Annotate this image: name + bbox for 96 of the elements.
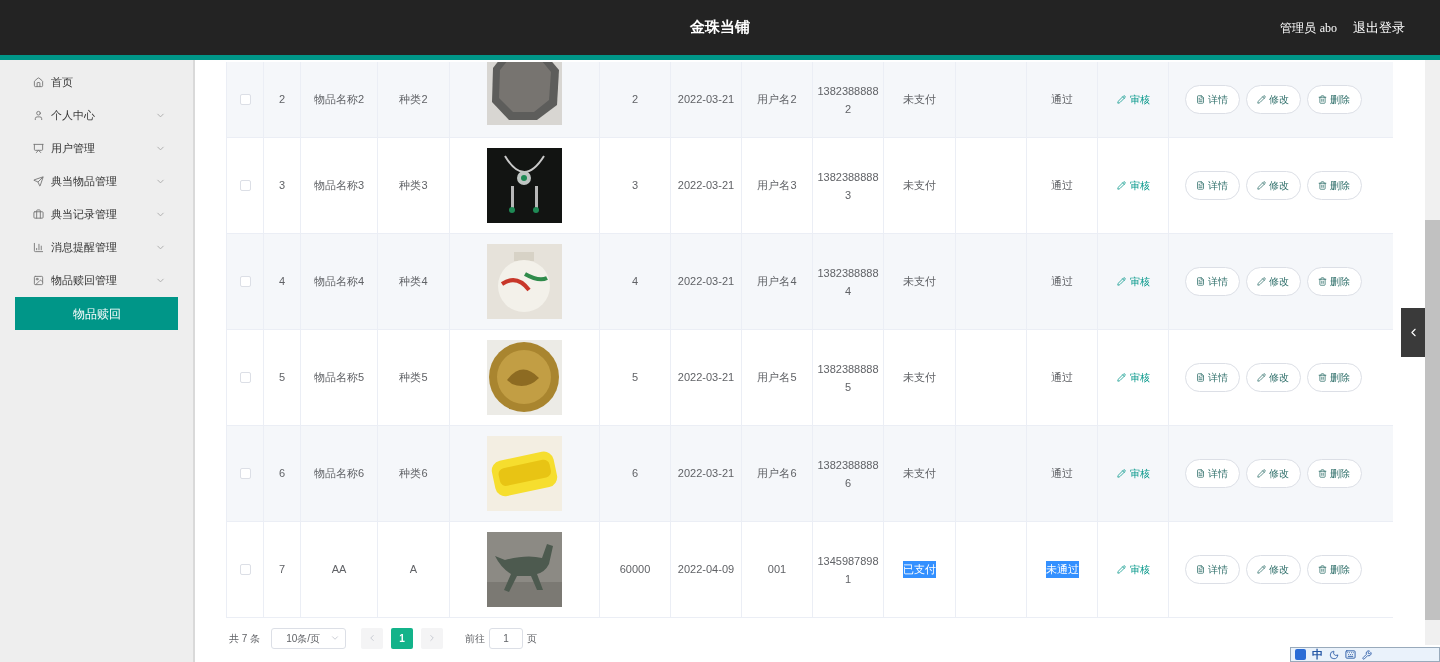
action-button[interactable]: 详情 <box>1184 267 1240 296</box>
sidebar-item[interactable]: 用户管理 <box>15 132 178 165</box>
action-button[interactable]: 详情 <box>1184 459 1240 488</box>
action-button[interactable]: 删除 <box>1306 85 1362 114</box>
table-cell-text: 未支付 <box>903 178 936 194</box>
table-cell-text: 6 <box>631 466 639 482</box>
table-cell-text: 13823888882 <box>816 83 880 117</box>
table-cell-text: 6 <box>278 466 286 482</box>
table-cell-text: 物品名称5 <box>313 370 365 386</box>
table-cell-text: 3 <box>631 178 639 194</box>
table-cell-text: 2 <box>631 92 639 108</box>
table-cell-text: 7 <box>278 562 286 578</box>
table-cell-text: 用户名6 <box>757 466 797 482</box>
table-cell-text: 物品名称3 <box>313 178 365 194</box>
app-title: 金珠当铺 <box>690 17 750 38</box>
table-cell-text: 种类6 <box>399 466 428 482</box>
audit-link[interactable]: 审核 <box>1116 274 1150 289</box>
table-cell-text: 用户名2 <box>757 92 797 108</box>
table-cell-text: 物品名称4 <box>313 274 365 290</box>
table-cell-text: 13459878981 <box>816 553 880 587</box>
audit-link[interactable]: 审核 <box>1116 178 1150 193</box>
action-button[interactable]: 详情 <box>1184 85 1240 114</box>
total-count: 共 7 条 <box>229 631 261 646</box>
table-cell-text: 60000 <box>619 562 651 578</box>
action-button[interactable]: 删除 <box>1306 267 1362 296</box>
table-cell-text: 物品名称6 <box>313 466 365 482</box>
table-cell-text: 未支付 <box>903 370 936 386</box>
table-cell-text: 种类5 <box>399 370 428 386</box>
table-cell-text: A <box>409 562 418 578</box>
table-cell-text: 通过 <box>1051 92 1073 108</box>
logout-link[interactable]: 退出登录 <box>1353 17 1405 38</box>
table-cell-text: 种类3 <box>399 178 428 194</box>
action-button[interactable]: 详情 <box>1184 363 1240 392</box>
action-button[interactable]: 详情 <box>1184 171 1240 200</box>
table-cell-text: 001 <box>767 562 787 578</box>
audit-link[interactable]: 审核 <box>1116 92 1150 107</box>
action-button[interactable]: 删除 <box>1306 363 1362 392</box>
audit-link[interactable]: 审核 <box>1116 562 1150 577</box>
table-cell-text: 物品名称2 <box>313 92 365 108</box>
action-button[interactable]: 删除 <box>1306 171 1362 200</box>
action-button[interactable]: 修改 <box>1245 85 1301 114</box>
goto-page-field[interactable]: 1 <box>489 627 524 649</box>
table-cell-text: 5 <box>278 370 286 386</box>
action-button[interactable]: 删除 <box>1306 459 1362 488</box>
table-cell-text: AA <box>331 562 347 578</box>
table-cell-text: 用户名4 <box>757 274 797 290</box>
sidebar-item[interactable]: 消息提醒管理 <box>15 231 178 264</box>
table-cell-text: 2022-04-09 <box>677 562 735 578</box>
audit-link[interactable]: 审核 <box>1116 370 1150 385</box>
ime-mode: 中 <box>1312 647 1323 662</box>
table-cell-text: 种类4 <box>399 274 428 290</box>
table-cell-text: 2022-03-21 <box>677 274 735 290</box>
table-cell-text: 种类2 <box>399 92 428 108</box>
table-cell-text: 2022-03-21 <box>677 92 735 108</box>
table-cell-text: 通过 <box>1051 274 1073 290</box>
table-cell-text: 2022-03-21 <box>677 466 735 482</box>
table-cell-text: 2 <box>278 92 286 108</box>
sidebar-item[interactable]: 首页 <box>15 66 178 99</box>
action-button[interactable]: 删除 <box>1306 555 1362 584</box>
action-button[interactable]: 详情 <box>1184 555 1240 584</box>
sidebar-item[interactable]: 物品赎回管理 <box>15 264 178 297</box>
action-button[interactable]: 修改 <box>1245 459 1301 488</box>
table-cell-text: 未支付 <box>903 274 936 290</box>
table-cell-text: 通过 <box>1051 178 1073 194</box>
sidebar-item[interactable]: 物品赎回 <box>15 297 178 330</box>
action-button[interactable]: 修改 <box>1245 555 1301 584</box>
action-button[interactable]: 修改 <box>1245 363 1301 392</box>
sidebar-item[interactable]: 典当记录管理 <box>15 198 178 231</box>
sidebar-item[interactable]: 个人中心 <box>15 99 178 132</box>
table-cell-text: 13823888886 <box>816 457 880 491</box>
action-button[interactable]: 修改 <box>1245 171 1301 200</box>
table-cell-text: 13823888883 <box>816 169 880 203</box>
table-cell-text: 用户名3 <box>757 178 797 194</box>
audit-link[interactable]: 审核 <box>1116 466 1150 481</box>
table-cell-text: 2022-03-21 <box>677 178 735 194</box>
user-label: 管理员 abo <box>1280 19 1337 37</box>
table-cell-text: 通过 <box>1051 466 1073 482</box>
table-cell-text: 13823888885 <box>816 361 880 395</box>
action-button[interactable]: 修改 <box>1245 267 1301 296</box>
page-size-select[interactable]: 10条/页 <box>271 627 347 649</box>
table-cell-text: 未支付 <box>903 92 936 108</box>
sidebar-item[interactable]: 典当物品管理 <box>15 165 178 198</box>
table-cell-text: 用户名5 <box>757 370 797 386</box>
table-cell-text: 2022-03-21 <box>677 370 735 386</box>
table-cell: 未通过 <box>1045 561 1079 578</box>
table-cell-text: 4 <box>278 274 286 290</box>
goto-label: 前往 <box>465 631 486 646</box>
table-cell-text: 通过 <box>1051 370 1073 386</box>
table-cell-text: 未支付 <box>903 466 936 482</box>
table-cell-text: 4 <box>631 274 639 290</box>
goto-suffix: 页 <box>527 631 538 646</box>
table-cell-text: 3 <box>278 178 286 194</box>
table-cell-text: 13823888884 <box>816 265 880 299</box>
ime-toolbar[interactable]: 中 <box>1290 647 1440 662</box>
table-cell: 已支付 <box>903 561 936 578</box>
table-cell-text: 5 <box>631 370 639 386</box>
